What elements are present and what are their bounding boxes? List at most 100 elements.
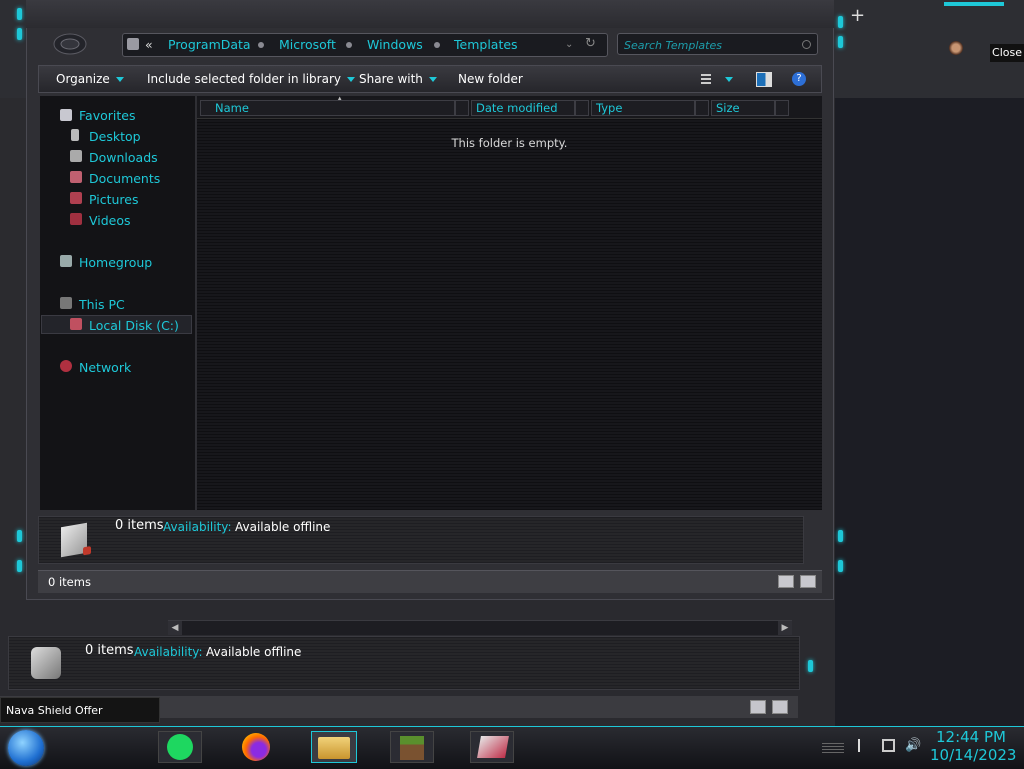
window-title-bar[interactable] (26, 0, 834, 28)
column-divider[interactable] (575, 100, 589, 116)
disk-thumbnail-icon (61, 522, 87, 558)
spotify-icon (167, 734, 193, 760)
view-options-icon[interactable] (701, 73, 711, 84)
nav-pictures[interactable]: Pictures (89, 192, 139, 207)
preview-pane-icon[interactable] (756, 72, 772, 87)
nav-downloads[interactable]: Downloads (89, 150, 158, 165)
clock-date[interactable]: 10/14/2023 (930, 746, 1016, 764)
frame-accent-icon (838, 560, 843, 572)
column-divider[interactable] (775, 100, 789, 116)
breadcrumb-separator-icon[interactable] (258, 42, 264, 48)
app-window-icon (477, 736, 509, 758)
disk-thumbnail-icon (31, 647, 61, 679)
nav-documents[interactable]: Documents (89, 171, 160, 186)
taskbar-spotify[interactable] (158, 731, 202, 763)
frame-accent-icon (838, 530, 843, 542)
nav-this-pc[interactable]: This PC (79, 297, 125, 312)
chevron-down-icon (346, 77, 355, 82)
close-tooltip: Close (990, 44, 1024, 62)
help-icon[interactable]: ? (792, 72, 806, 86)
navigation-pane: Favorites Desktop Downloads Documents Pi… (40, 96, 195, 510)
action-center-flag-icon[interactable] (858, 739, 871, 752)
organize-button[interactable]: Organize (56, 72, 124, 86)
taskbar-minecraft[interactable] (390, 731, 434, 763)
breadcrumb-microsoft[interactable]: Microsoft (279, 37, 336, 52)
address-dropdown-icon[interactable]: ⌄ (565, 39, 573, 50)
search-input[interactable] (622, 36, 796, 54)
new-folder-button[interactable]: New folder (458, 72, 523, 86)
volume-icon[interactable]: 🔊 (905, 739, 921, 752)
frame-accent-icon (838, 16, 843, 28)
frame-accent-icon (808, 660, 813, 672)
frame-accent-icon (17, 560, 22, 572)
view-dropdown-icon[interactable] (725, 77, 733, 82)
breadcrumb-separator-icon[interactable] (434, 42, 440, 48)
frame-accent-icon (17, 28, 22, 40)
nav-local-disk[interactable]: Local Disk (C:) (89, 318, 179, 333)
network-tray-icon[interactable] (882, 739, 895, 752)
frame-accent-icon (17, 8, 22, 20)
nav-favorites[interactable]: Favorites (79, 108, 135, 123)
status-item-count: 0 items (48, 575, 91, 589)
horizontal-scrollbar[interactable]: ◀ ▶ (168, 620, 792, 635)
search-box[interactable] (617, 33, 818, 55)
share-with-label: Share with (359, 72, 423, 86)
column-headers: ▲ Name Date modified Type Size (197, 95, 822, 119)
organize-label: Organize (56, 72, 110, 86)
column-name[interactable]: Name (200, 100, 455, 116)
chevron-down-icon (428, 77, 437, 82)
downloads-icon (70, 150, 82, 162)
videos-icon (70, 213, 82, 225)
breadcrumb-templates[interactable]: Templates (454, 37, 518, 52)
column-type[interactable]: Type (591, 100, 695, 116)
grass-block-icon (400, 736, 424, 760)
local-disk-icon (70, 318, 82, 330)
large-icons-view-icon[interactable] (772, 700, 788, 714)
search-icon[interactable] (802, 40, 811, 49)
column-date-modified[interactable]: Date modified (471, 100, 575, 116)
frame-accent-icon (838, 36, 843, 48)
include-in-library-button[interactable]: Include selected folder in library (147, 72, 355, 86)
nav-network[interactable]: Network (79, 360, 131, 375)
breadcrumb-windows[interactable]: Windows (367, 37, 423, 52)
refresh-icon[interactable]: ↻ (585, 36, 596, 51)
column-divider[interactable] (455, 100, 469, 116)
clock-time[interactable]: 12:44 PM (936, 728, 1006, 746)
column-divider[interactable] (695, 100, 709, 116)
details-view-icon[interactable] (750, 700, 766, 714)
frame-accent-icon (17, 530, 22, 542)
large-icons-view-icon[interactable] (800, 575, 816, 588)
breadcrumb-programdata[interactable]: ProgramData (168, 37, 251, 52)
file-list-area[interactable] (197, 96, 822, 510)
details-item-count: 0 items (115, 518, 164, 533)
background-availability-value: Available offline (206, 645, 302, 659)
homegroup-icon (60, 255, 72, 267)
user-avatar[interactable] (949, 41, 963, 55)
details-view-icon[interactable] (778, 575, 794, 588)
chevron-down-icon (115, 77, 124, 82)
new-tab-plus-icon[interactable]: + (850, 5, 865, 26)
address-bar[interactable]: « ProgramData Microsoft Windows Template… (122, 33, 608, 57)
taskbar-app[interactable] (470, 731, 514, 763)
scroll-left-icon[interactable]: ◀ (168, 621, 182, 635)
share-with-button[interactable]: Share with (359, 72, 437, 86)
include-in-library-label: Include selected folder in library (147, 72, 341, 86)
taskbar-firefox[interactable] (236, 731, 280, 763)
start-orb-icon[interactable] (8, 730, 44, 766)
column-size[interactable]: Size (711, 100, 775, 116)
availability-label: Availability: (163, 520, 232, 534)
firefox-icon (242, 733, 270, 761)
breadcrumb-separator-icon[interactable] (346, 42, 352, 48)
folder-icon (127, 38, 139, 50)
nav-homegroup[interactable]: Homegroup (79, 255, 152, 270)
nav-videos[interactable]: Videos (89, 213, 131, 228)
breadcrumb-overflow[interactable]: « (145, 37, 153, 52)
nav-desktop[interactable]: Desktop (89, 129, 141, 144)
folder-icon (318, 737, 350, 759)
nava-shield-tooltip: Nava Shield Offer (0, 697, 160, 723)
scroll-right-icon[interactable]: ▶ (778, 621, 792, 635)
taskbar-file-explorer[interactable] (311, 731, 357, 763)
back-forward-orb-icon[interactable] (52, 31, 88, 57)
details-pane: 0 items Availability: Available offline (38, 516, 804, 564)
show-hidden-icons-icon[interactable] (822, 741, 844, 753)
